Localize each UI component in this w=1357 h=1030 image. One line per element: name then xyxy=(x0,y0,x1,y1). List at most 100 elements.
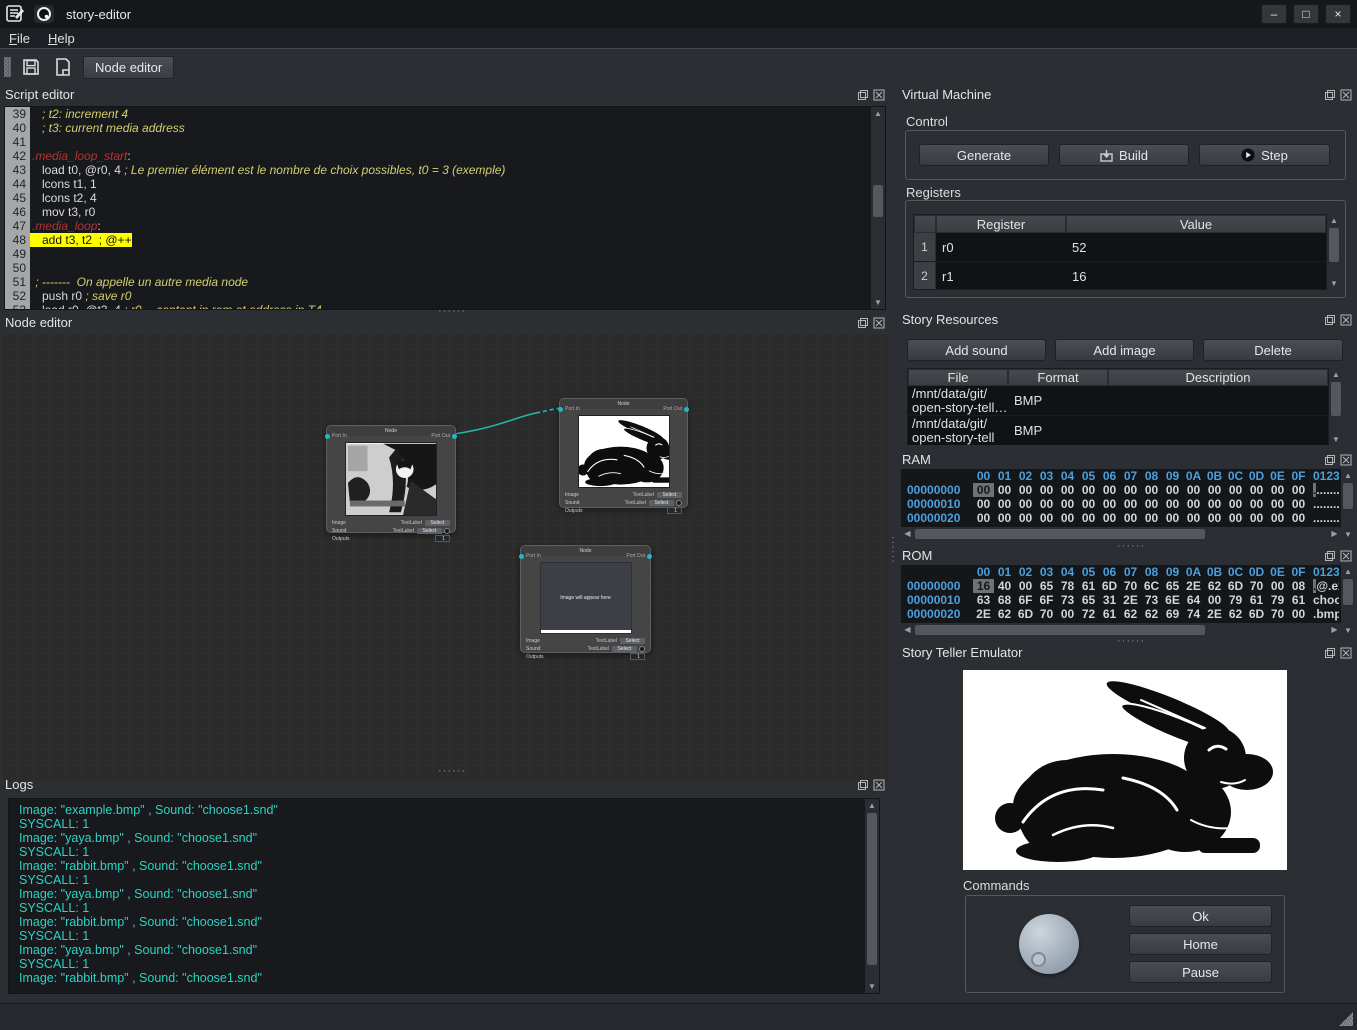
close-panel-icon[interactable] xyxy=(1340,454,1352,466)
hex-byte[interactable]: 70 xyxy=(1246,579,1267,593)
scroll-up-icon[interactable]: ▲ xyxy=(1329,368,1343,381)
port-in[interactable]: Port In xyxy=(558,406,580,412)
logs-vscrollbar[interactable]: ▲ ▼ xyxy=(865,799,879,993)
select-sound-button[interactable]: Select xyxy=(417,528,442,534)
hex-byte[interactable]: 00 xyxy=(1141,511,1162,525)
port-in[interactable]: Port In xyxy=(325,433,347,439)
hex-byte[interactable]: 16 xyxy=(973,579,994,593)
script-editor-vscrollbar[interactable]: ▲ ▼ xyxy=(871,107,885,309)
wheel-knob[interactable] xyxy=(1019,914,1079,974)
resource-row[interactable]: /mnt/data/git/open-story-tellBMP xyxy=(908,416,1328,445)
script-line[interactable]: 51 ; ------- On appelle un autre media n… xyxy=(5,275,885,289)
port-in[interactable]: Port In xyxy=(519,553,541,559)
toolbar-drag-handle[interactable] xyxy=(4,57,11,77)
register-column-header[interactable]: Register xyxy=(936,215,1066,233)
description-column-header[interactable]: Description xyxy=(1108,369,1328,386)
hex-byte[interactable]: 00 xyxy=(1120,483,1141,497)
hex-byte[interactable]: 00 xyxy=(1078,497,1099,511)
home-button[interactable]: Home xyxy=(1129,933,1272,955)
port-dot-icon[interactable] xyxy=(519,554,524,559)
hex-byte[interactable]: 65 xyxy=(1078,593,1099,607)
hex-byte[interactable]: 62 xyxy=(1225,607,1246,621)
scrollbar-handle[interactable] xyxy=(867,813,877,965)
hex-byte[interactable]: 00 xyxy=(1225,511,1246,525)
hex-byte[interactable]: 6F xyxy=(1036,593,1057,607)
hex-byte[interactable]: 00 xyxy=(1057,497,1078,511)
scroll-up-icon[interactable]: ▲ xyxy=(1341,565,1355,578)
hex-byte[interactable]: 74 xyxy=(1183,607,1204,621)
minimize-button[interactable]: – xyxy=(1261,4,1287,24)
hex-byte[interactable]: 00 xyxy=(1015,511,1036,525)
menu-file[interactable]: File xyxy=(0,29,39,48)
hex-byte[interactable]: 00 xyxy=(1204,511,1225,525)
scroll-left-icon[interactable]: ◀ xyxy=(901,623,914,637)
port-dot-icon[interactable] xyxy=(647,554,652,559)
hex-row[interactable]: 000000001640006578616D706C652E626D700008… xyxy=(901,579,1341,593)
hex-byte[interactable]: 00 xyxy=(1162,511,1183,525)
scroll-down-icon[interactable]: ▼ xyxy=(1341,528,1355,541)
hex-byte[interactable]: 64 xyxy=(1183,593,1204,607)
float-panel-icon[interactable] xyxy=(857,779,869,791)
play-sound-icon[interactable] xyxy=(676,500,682,506)
hex-byte[interactable]: 62 xyxy=(1204,579,1225,593)
hex-byte[interactable]: 00 xyxy=(973,511,994,525)
hex-byte[interactable]: 2E xyxy=(1183,579,1204,593)
hex-byte[interactable]: 00 xyxy=(1036,497,1057,511)
close-panel-icon[interactable] xyxy=(1340,647,1352,659)
hex-row[interactable]: 0000001063686F6F7365312E736E640079617961… xyxy=(901,593,1341,607)
hex-byte[interactable]: 31 xyxy=(1099,593,1120,607)
hex-byte[interactable]: 73 xyxy=(1141,593,1162,607)
scroll-left-icon[interactable]: ◀ xyxy=(901,527,914,541)
script-line[interactable]: 45 lcons t2, 4 xyxy=(5,191,885,205)
close-panel-icon[interactable] xyxy=(873,89,885,101)
script-line[interactable]: 50 xyxy=(5,261,885,275)
hex-byte[interactable]: 72 xyxy=(1078,607,1099,621)
hex-byte[interactable]: 00 xyxy=(1036,483,1057,497)
ram-hscrollbar[interactable]: ◀ ▶ xyxy=(901,527,1341,541)
script-line[interactable]: 40 ; t3: current media address xyxy=(5,121,885,135)
scroll-down-icon[interactable]: ▼ xyxy=(865,980,879,993)
scroll-up-icon[interactable]: ▲ xyxy=(1341,469,1355,482)
hex-byte[interactable]: 2E xyxy=(1120,593,1141,607)
add-image-button[interactable]: Add image xyxy=(1055,339,1194,361)
hex-byte[interactable]: 00 xyxy=(1057,511,1078,525)
port-dot-icon[interactable] xyxy=(558,407,563,412)
scrollbar-handle[interactable] xyxy=(915,529,1205,539)
select-sound-button[interactable]: Select xyxy=(612,646,637,652)
hex-byte[interactable]: 00 xyxy=(1225,497,1246,511)
hex-byte[interactable]: 00 xyxy=(1204,593,1225,607)
hex-byte[interactable]: 00 xyxy=(994,483,1015,497)
hex-byte[interactable]: 00 xyxy=(1015,579,1036,593)
hex-byte[interactable]: 00 xyxy=(1099,483,1120,497)
script-line[interactable]: 48 add t3, t2 ; @++ xyxy=(5,233,885,247)
select-image-button[interactable]: Select xyxy=(657,492,682,498)
hex-byte[interactable]: 62 xyxy=(994,607,1015,621)
hex-byte[interactable]: 68 xyxy=(994,593,1015,607)
node-editor-toolbar-button[interactable]: Node editor xyxy=(83,56,174,79)
script-line[interactable]: 41 xyxy=(5,135,885,149)
hex-byte[interactable]: 00 xyxy=(1183,511,1204,525)
hex-byte[interactable]: 00 xyxy=(1246,511,1267,525)
value-column-header[interactable]: Value xyxy=(1066,215,1326,233)
register-row[interactable]: 2r116 xyxy=(914,262,1326,290)
ram-hex-view[interactable]: 000102030405060708090A0B0C0D0E0F01234567… xyxy=(901,469,1341,527)
script-line[interactable]: 52 push r0 ; save r0 xyxy=(5,289,885,303)
hex-byte[interactable]: 00 xyxy=(1288,497,1309,511)
scrollbar-handle[interactable] xyxy=(873,185,883,217)
hex-byte[interactable]: 00 xyxy=(1267,511,1288,525)
hex-byte[interactable]: 78 xyxy=(1057,579,1078,593)
hex-byte[interactable]: 00 xyxy=(994,497,1015,511)
script-line[interactable]: 42.media_loop_start: xyxy=(5,149,885,163)
outputs-spinbox[interactable]: 1 xyxy=(667,507,682,514)
script-line[interactable]: 39 ; t2: increment 4 xyxy=(5,107,885,121)
scrollbar-handle[interactable] xyxy=(1331,382,1341,416)
delete-button[interactable]: Delete xyxy=(1203,339,1343,361)
float-panel-icon[interactable] xyxy=(857,317,869,329)
hex-byte[interactable]: 00 xyxy=(1288,607,1309,621)
hex-byte[interactable]: 00 xyxy=(1225,483,1246,497)
hex-byte[interactable]: 2E xyxy=(1204,607,1225,621)
hex-byte[interactable]: 2E xyxy=(973,607,994,621)
port-out[interactable]: Port Out xyxy=(626,553,652,559)
resources-vscrollbar[interactable]: ▲ ▼ xyxy=(1329,368,1343,445)
hex-byte[interactable]: 00 xyxy=(1015,483,1036,497)
